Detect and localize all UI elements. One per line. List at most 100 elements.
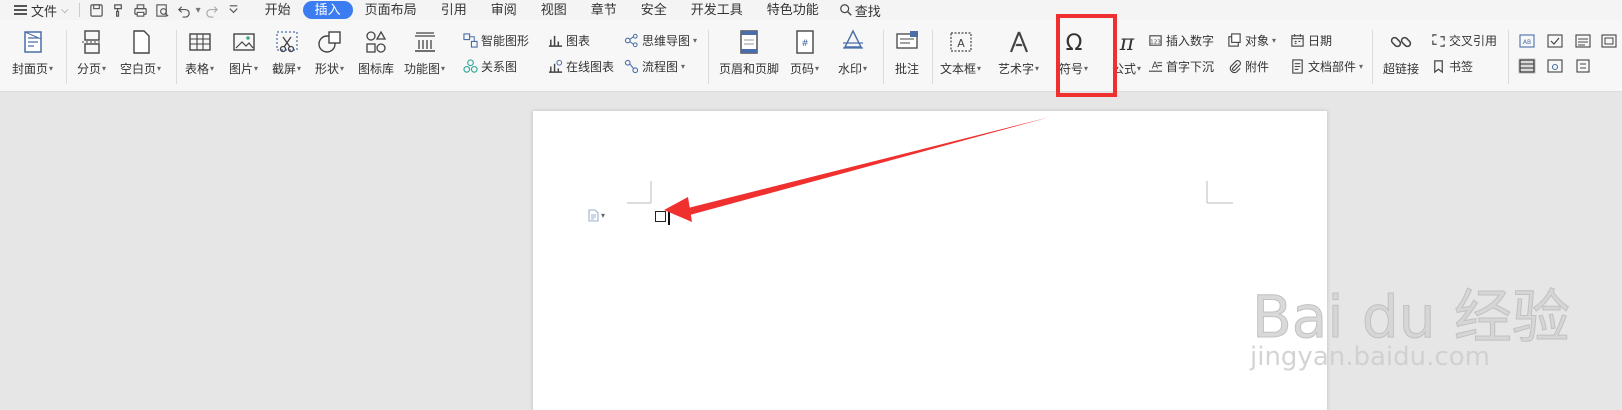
object-button[interactable]: 对象 ▾ <box>1227 32 1276 49</box>
doc-parts-icon <box>1292 59 1303 74</box>
text-cursor <box>668 209 670 225</box>
smart-shape-button[interactable]: 智能图形 <box>463 32 529 49</box>
tab-security[interactable]: 安全 <box>629 1 679 19</box>
flowchart-icon <box>624 59 639 74</box>
tab-review[interactable]: 审阅 <box>479 1 529 19</box>
text-box-button[interactable]: A 文本框 ▾ <box>940 28 981 77</box>
text-field-icon[interactable]: AB <box>1518 33 1536 49</box>
list-field-icon[interactable] <box>1574 33 1592 49</box>
cover-page-button[interactable]: 封面页 ▾ <box>12 28 53 77</box>
word-art-button[interactable]: 艺术字 ▾ <box>998 28 1039 77</box>
chart-button[interactable]: 图表 <box>548 32 590 49</box>
checkbox-field-icon[interactable] <box>1546 33 1564 49</box>
dropdown-icon: ▾ <box>210 64 215 73</box>
tab-view[interactable]: 视图 <box>529 1 579 19</box>
top-left-margin-mark <box>627 181 652 204</box>
tab-home[interactable]: 开始 <box>253 1 303 19</box>
file-menu-button[interactable]: 文件 ⌵ <box>0 0 73 20</box>
doc-parts-label: 文档部件 <box>1308 60 1357 74</box>
online-chart-icon <box>548 59 563 73</box>
function-chart-button[interactable]: 功能图 ▾ <box>404 28 445 77</box>
flowchart-button[interactable]: 流程图 ▾ <box>624 58 685 75</box>
screenshot-button[interactable]: 截屏 ▾ <box>272 28 301 77</box>
cross-reference-button[interactable]: 交叉引用 <box>1431 32 1497 49</box>
icon-library-label: 图标库 <box>358 62 395 76</box>
word-art-label: 艺术字 <box>998 62 1035 76</box>
redo-icon[interactable] <box>201 0 223 20</box>
frame-field-icon[interactable] <box>1600 33 1618 49</box>
undo-icon[interactable] <box>174 0 196 20</box>
header-footer-button[interactable]: 页眉和页脚 <box>719 28 779 77</box>
document-page[interactable] <box>533 111 1327 410</box>
word-art-icon <box>1005 28 1033 56</box>
bookmark-button[interactable]: 书签 <box>1431 58 1473 75</box>
dropdown-icon: ▾ <box>977 64 982 73</box>
mind-map-button[interactable]: 思维导图 ▾ <box>624 32 697 49</box>
bar-chart-icon <box>548 35 563 47</box>
dropdown-icon: ▾ <box>1272 36 1277 45</box>
save-icon[interactable] <box>86 0 108 20</box>
dropdown-icon: ▾ <box>1035 64 1040 73</box>
header-footer-icon <box>735 28 763 56</box>
format-painter-icon[interactable] <box>108 0 130 20</box>
blank-page-label: 空白页 <box>120 62 157 76</box>
tab-developer-tools[interactable]: 开发工具 <box>679 1 755 19</box>
hyperlink-button[interactable]: 超链接 <box>1383 28 1419 77</box>
comment-label: 批注 <box>894 62 919 76</box>
table-button[interactable]: 表格 ▾ <box>185 28 214 77</box>
online-chart-button[interactable]: 在线图表 <box>548 58 614 75</box>
print-icon[interactable] <box>130 0 152 20</box>
comment-button[interactable]: 批注 <box>893 28 921 77</box>
customize-quick-access-icon[interactable] <box>223 0 245 20</box>
form-design-icon[interactable] <box>1518 58 1536 74</box>
function-chart-icon <box>411 28 439 56</box>
page-number-button[interactable]: # 页码 ▾ <box>790 28 819 77</box>
shape-button[interactable]: 形状 ▾ <box>315 28 344 77</box>
watermark-label: 水印 <box>838 62 863 76</box>
group-divider <box>932 30 933 84</box>
insert-number-button[interactable]: 123 插入数字 <box>1148 32 1214 49</box>
cross-reference-icon <box>1432 34 1445 47</box>
form-properties-icon[interactable] <box>1546 58 1564 74</box>
page-number-icon: # <box>791 28 819 56</box>
group-divider <box>1508 30 1509 84</box>
shape-label: 形状 <box>315 62 340 76</box>
drop-cap-button[interactable]: A 首字下沉 <box>1148 58 1214 75</box>
smart-shape-label: 智能图形 <box>481 34 530 48</box>
find-button[interactable]: 查找 <box>831 1 889 20</box>
watermark-icon <box>839 28 867 56</box>
tab-insert[interactable]: 插入 <box>302 1 353 19</box>
bookmark-icon <box>1434 60 1443 74</box>
watermark-button[interactable]: 水印 ▾ <box>838 28 867 77</box>
doc-parts-button[interactable]: 文档部件 ▾ <box>1290 58 1363 75</box>
tab-special-features[interactable]: 特色功能 <box>755 1 831 19</box>
online-chart-label: 在线图表 <box>566 60 615 74</box>
dropdown-icon: ▾ <box>49 64 54 73</box>
picture-button[interactable]: 图片 ▾ <box>229 28 258 77</box>
attachment-label: 附件 <box>1245 60 1270 74</box>
ribbon-tabs: 开始 插入 页面布局 引用 审阅 视图 章节 安全 开发工具 特色功能 查找 <box>253 0 889 20</box>
paperclip-icon <box>1229 60 1241 74</box>
tab-page-layout[interactable]: 页面布局 <box>353 1 429 19</box>
tab-references[interactable]: 引用 <box>429 1 479 19</box>
paragraph-layout-icon[interactable]: ▾ <box>587 209 605 222</box>
hyperlink-label: 超链接 <box>1383 62 1420 76</box>
date-button[interactable]: 日期 <box>1290 32 1332 49</box>
print-preview-icon[interactable] <box>152 0 174 20</box>
page-break-button[interactable]: 分页 ▾ <box>77 28 106 77</box>
form-protect-icon[interactable] <box>1574 58 1592 74</box>
flowchart-label: 流程图 <box>642 60 679 74</box>
dropdown-icon: ▾ <box>254 64 259 73</box>
relationship-chart-button[interactable]: 关系图 <box>463 58 517 75</box>
attachment-button[interactable]: 附件 <box>1227 58 1269 75</box>
insert-number-icon: 123 <box>1149 35 1162 46</box>
dropdown-icon: ▾ <box>441 64 446 73</box>
icon-library-button[interactable]: 图标库 <box>358 28 394 77</box>
svg-text:#: # <box>801 39 809 49</box>
blank-page-button[interactable]: 空白页 ▾ <box>120 28 161 77</box>
tab-sections[interactable]: 章节 <box>579 1 629 19</box>
symbol-highlight-box <box>1056 14 1117 97</box>
group-divider <box>1372 30 1373 84</box>
drop-cap-icon: A <box>1148 60 1163 72</box>
dropdown-icon: ▾ <box>693 36 698 45</box>
